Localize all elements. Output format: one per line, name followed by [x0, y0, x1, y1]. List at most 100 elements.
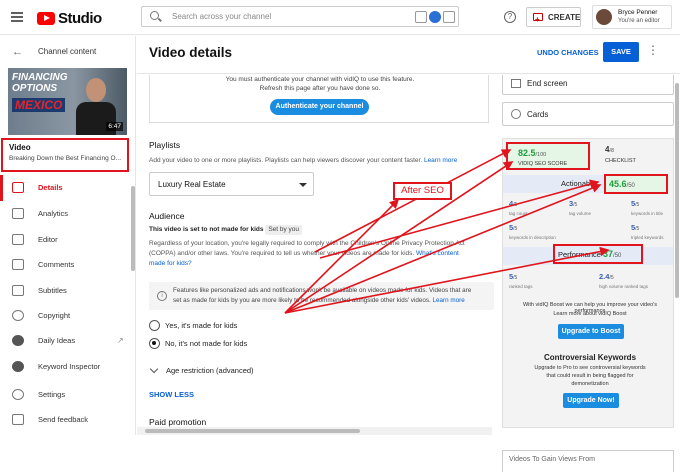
metric-caption: keywords in description: [509, 235, 556, 240]
account-name: Bryce Penner: [618, 9, 658, 16]
metric-tag-volume: 3/5: [569, 199, 578, 208]
youtube-play-icon: [37, 12, 55, 25]
sidebar-item-keyword-inspector[interactable]: Keyword Inspector: [0, 354, 135, 380]
sidebar-item-copyright[interactable]: Copyright: [0, 303, 135, 329]
seo-score-caption: VIDIQ SEO SCORE: [518, 161, 568, 167]
metric-high-volume-ranked-tags: 2.4/5: [599, 272, 614, 281]
globe-extension-icon[interactable]: [429, 11, 441, 23]
create-video-icon: [533, 10, 543, 29]
create-button[interactable]: CREATE: [526, 7, 581, 29]
metric-caption: high volume ranked tags: [599, 284, 649, 289]
show-less-button[interactable]: SHOW LESS: [149, 390, 194, 399]
auth-message-2: Refresh this page after you have done so…: [259, 85, 381, 92]
metric-caption: tripled keywords: [631, 235, 664, 240]
horizontal-scrollbar[interactable]: [137, 427, 492, 435]
authenticate-channel-button[interactable]: Authenticate your channel: [270, 99, 369, 115]
not-made-for-kids-radio[interactable]: [149, 338, 160, 349]
performance-score: Performance 37/50: [553, 244, 643, 264]
sidebar-item-daily-ideas[interactable]: Daily Ideas ↗: [0, 328, 135, 354]
help-icon[interactable]: ?: [504, 11, 516, 23]
not-made-for-kids-label[interactable]: No, it's not made for kids: [165, 339, 247, 348]
analytics-icon: [12, 208, 24, 219]
save-button[interactable]: SAVE: [603, 42, 639, 62]
seo-score: 82.5/100: [518, 148, 547, 158]
sidebar-item-details[interactable]: Details: [0, 175, 135, 201]
channel-content-link[interactable]: Channel content: [38, 47, 96, 56]
sidebar-item-editor[interactable]: Editor: [0, 227, 135, 253]
seo-score-card[interactable]: 82.5/100 VIDIQ SEO SCORE: [506, 142, 590, 170]
checklist-score[interactable]: 4/8: [605, 145, 614, 154]
auth-message-1: You must authenticate your channel with …: [225, 76, 415, 83]
sidebar-item-label: Daily Ideas: [38, 336, 76, 345]
upgrade-to-boost-button[interactable]: Upgrade to Boost: [558, 324, 624, 339]
search-placeholder: Search across your channel: [172, 12, 272, 21]
playlists-description: Add your video to one or more playlists.…: [149, 157, 458, 164]
caret-down-icon: [299, 183, 307, 187]
vidiq-auth-box: You must authenticate your channel with …: [149, 75, 489, 123]
videos-to-gain-views-box: Videos To Gain Views From: [502, 450, 674, 472]
undo-changes-button[interactable]: UNDO CHANGES: [537, 48, 599, 57]
subtitles-icon: [12, 285, 24, 296]
search-input[interactable]: Search across your channel: [141, 6, 459, 27]
made-for-kids-radio[interactable]: [149, 320, 160, 331]
logo-text: Studio: [58, 10, 102, 27]
sidebar-scrollbar[interactable]: [131, 186, 135, 271]
info-icon: i: [157, 291, 167, 301]
video-duration: 6:47: [106, 122, 123, 131]
upgrade-now-button[interactable]: Upgrade Now!: [563, 393, 619, 408]
playlists-learn-more-link[interactable]: Learn more: [424, 157, 457, 164]
comments-icon: [12, 259, 24, 270]
editor-icon: [12, 234, 24, 245]
age-restriction-toggle[interactable]: Age restriction (advanced): [166, 366, 254, 375]
sidebar-item-comments[interactable]: Comments: [0, 252, 135, 278]
playlist-value: Luxury Real Estate: [158, 180, 226, 189]
performance-label: Performance: [558, 250, 601, 259]
playlist-select[interactable]: Luxury Real Estate: [149, 172, 314, 196]
cards-label: Cards: [527, 110, 549, 119]
boost-learn-more-link[interactable]: Learn more about vidIQ Boost: [509, 311, 671, 317]
pencil-icon: [12, 182, 24, 193]
sidebar-item-settings[interactable]: Settings: [0, 382, 135, 408]
info-text: Features like personalized ads and notif…: [173, 287, 472, 304]
cards-button[interactable]: Cards: [502, 102, 674, 126]
made-for-kids-label[interactable]: Yes, it's made for kids: [165, 321, 237, 330]
end-screen-label: End screen: [527, 79, 568, 88]
account-switcher[interactable]: Bryce Penner You're an editor: [592, 5, 672, 29]
chevron-down-icon[interactable]: [149, 364, 159, 374]
copyright-icon: [12, 310, 24, 321]
list-extension-icon[interactable]: [443, 11, 455, 23]
back-arrow-icon[interactable]: ←: [12, 46, 23, 58]
audience-status: This video is set to not made for kids S…: [149, 225, 303, 235]
thumbnail-text-2: MEXICO: [12, 98, 66, 112]
metric-keywords-description: 5/5: [509, 223, 518, 232]
right-panel: End screen Cards 82.5/100 VIDIQ SEO SCOR…: [500, 75, 680, 472]
details-header: Video details UNDO CHANGES SAVE ⋮: [137, 36, 680, 74]
metric-tag-count: 4/5: [509, 199, 518, 208]
sidebar-item-subtitles[interactable]: Subtitles: [0, 278, 135, 304]
end-screen-button[interactable]: End screen: [502, 75, 674, 95]
playlists-title: Playlists: [149, 140, 181, 150]
sidebar-item-send-feedback[interactable]: Send feedback: [0, 407, 135, 433]
sidebar-item-label: Keyword Inspector: [38, 362, 101, 371]
horizontal-scroll-thumb[interactable]: [145, 429, 360, 433]
sidebar-item-analytics[interactable]: Analytics: [0, 201, 135, 227]
video-thumbnail[interactable]: FINANCING OPTIONS MEXICO 6:47: [8, 68, 127, 135]
actionable-label: Actionable: [561, 179, 597, 188]
sidebar-item-label: Subtitles: [38, 286, 67, 295]
cards-info-icon: [511, 109, 521, 119]
sidebar-item-label: Details: [38, 183, 63, 192]
page-title: Video details: [149, 45, 233, 60]
more-options-icon[interactable]: ⋮: [647, 43, 659, 57]
external-link-icon: ↗: [117, 336, 124, 345]
sidebar-item-label: Send feedback: [38, 415, 89, 424]
top-bar: Studio Search across your channel ? CREA…: [0, 0, 680, 35]
vidiq-extension-icon[interactable]: [415, 11, 427, 23]
thumbnail-text-1: FINANCING OPTIONS: [12, 72, 68, 94]
after-seo-label: After SEO: [393, 182, 452, 200]
metric-keywords-title: 5/5: [631, 199, 640, 208]
sidebar-item-label: Analytics: [38, 209, 69, 218]
studio-logo[interactable]: Studio: [37, 10, 102, 27]
info-learn-more-link[interactable]: Learn more: [433, 297, 465, 304]
menu-icon[interactable]: [11, 12, 23, 22]
end-screen-icon: [511, 79, 521, 88]
